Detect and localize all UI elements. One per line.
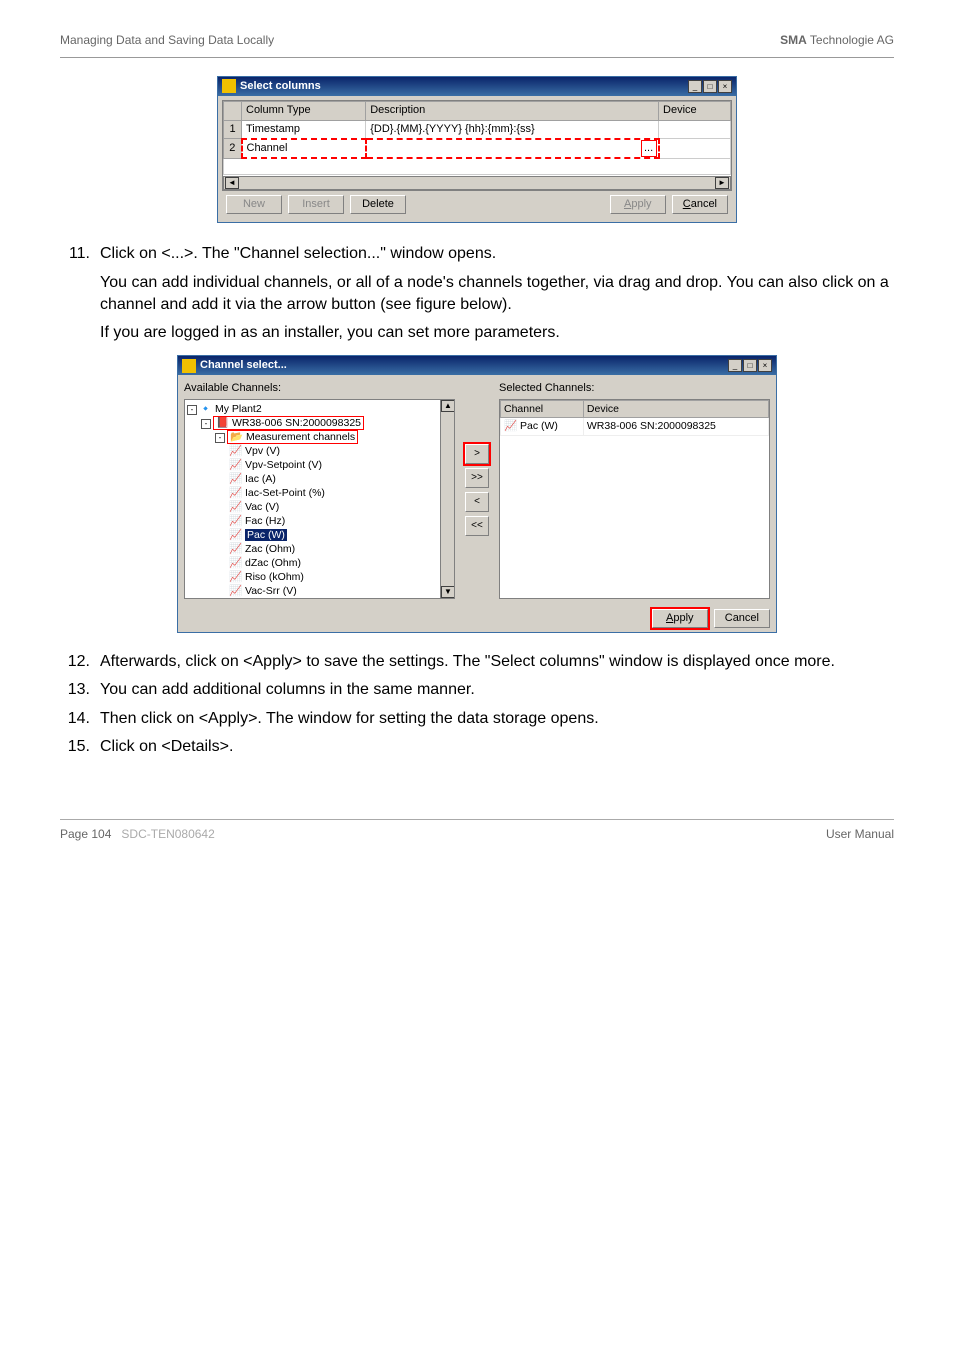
step-number: 12. xyxy=(60,651,90,673)
close-icon[interactable]: × xyxy=(718,80,732,93)
col-header-type[interactable]: Column Type xyxy=(242,102,366,120)
channel-item[interactable]: 📈 Zac (Ohm) xyxy=(229,542,452,556)
step-12: 12. Afterwards, click on <Apply> to save… xyxy=(60,651,894,673)
step-text: Click on <Details>. xyxy=(100,736,233,758)
grid-corner xyxy=(224,102,242,120)
header-left: Managing Data and Saving Data Locally xyxy=(60,32,274,49)
channel-item[interactable]: 📈 Pac (W) xyxy=(229,528,452,542)
channel-item[interactable]: 📈 Vpv-Setpoint (V) xyxy=(229,458,452,472)
col-device[interactable]: Device xyxy=(583,400,768,418)
channel-item[interactable]: 📈 Fac-Srr (Hz) xyxy=(229,598,452,599)
step-11-continuation: You can add individual channels, or all … xyxy=(100,272,894,317)
cell-type[interactable]: Timestamp xyxy=(242,120,366,139)
step-text: Then click on <Apply>. The window for se… xyxy=(100,708,599,730)
cancel-button[interactable]: Cancel xyxy=(672,195,728,214)
app-icon xyxy=(222,79,236,93)
col-channel[interactable]: Channel xyxy=(501,400,584,418)
selected-device-cell[interactable]: WR38-006 SN:2000098325 xyxy=(583,418,768,436)
minimize-icon[interactable]: _ xyxy=(728,359,742,372)
step-number: 13. xyxy=(60,679,90,701)
vertical-scrollbar[interactable]: ▲ ▼ xyxy=(440,400,454,598)
step-13: 13. You can add additional columns in th… xyxy=(60,679,894,701)
delete-button[interactable]: Delete xyxy=(350,195,406,214)
step-11-continuation: If you are logged in as an installer, yo… xyxy=(100,322,894,344)
cell-description-active[interactable]: ... xyxy=(366,139,659,158)
step-text: Click on <...>. The "Channel selection..… xyxy=(100,243,496,265)
selected-heading: Selected Channels: xyxy=(499,381,770,396)
channel-item[interactable]: 📈 Vpv (V) xyxy=(229,444,452,458)
device-node[interactable]: 📕 WR38-006 SN:2000098325 xyxy=(213,416,364,430)
step-11: 11. Click on <...>. The "Channel selecti… xyxy=(60,243,894,265)
selected-pane: Selected Channels: Channel Device 📈 Pac … xyxy=(499,381,770,598)
step-text: You can add additional columns in the sa… xyxy=(100,679,475,701)
cell-description[interactable]: {DD}.{MM}.{YYYY} {hh}:{mm}:{ss} xyxy=(366,120,659,139)
add-all-button[interactable]: >> xyxy=(465,468,489,488)
cell-device[interactable] xyxy=(659,120,731,139)
tree-root[interactable]: My Plant2 xyxy=(215,403,262,415)
col-header-description[interactable]: Description xyxy=(366,102,659,120)
header-divider xyxy=(60,57,894,58)
scroll-left-icon[interactable]: ◄ xyxy=(225,177,239,189)
selected-channel-cell[interactable]: 📈 Pac (W) xyxy=(501,418,584,436)
remove-all-button[interactable]: << xyxy=(465,516,489,536)
horizontal-scrollbar[interactable]: ◄ ► xyxy=(223,176,731,190)
dialog-titlebar[interactable]: Channel select... _ □ × xyxy=(178,356,776,375)
maximize-icon[interactable]: □ xyxy=(743,359,757,372)
app-icon xyxy=(182,359,196,373)
transfer-buttons: > >> < << xyxy=(459,381,495,598)
grid-blank xyxy=(224,158,731,174)
footer-left: Page 104 SDC-TEN080642 xyxy=(60,826,215,843)
row-number[interactable]: 1 xyxy=(224,120,242,139)
select-columns-dialog: Select columns _ □ × Column Type Descrip… xyxy=(217,76,737,223)
collapse-icon[interactable]: - xyxy=(187,405,197,415)
scroll-right-icon[interactable]: ► xyxy=(715,177,729,189)
col-header-device[interactable]: Device xyxy=(659,102,731,120)
header-right: SMA Technologie AG xyxy=(780,32,894,49)
step-number: 15. xyxy=(60,736,90,758)
folder-node[interactable]: 📂 Measurement channels xyxy=(227,430,358,444)
channel-select-dialog: Channel select... _ □ × Available Channe… xyxy=(177,355,777,633)
cell-type-active[interactable]: Channel xyxy=(242,139,366,158)
channel-item[interactable]: 📈 Vac (V) xyxy=(229,500,452,514)
new-button[interactable]: New xyxy=(226,195,282,214)
scroll-down-icon[interactable]: ▼ xyxy=(441,586,455,598)
dialog-title: Select columns xyxy=(240,79,688,94)
columns-grid[interactable]: Column Type Description Device 1 Timesta… xyxy=(222,100,732,191)
dialog-title: Channel select... xyxy=(200,358,728,373)
remove-channel-button[interactable]: < xyxy=(465,492,489,512)
apply-button[interactable]: Apply xyxy=(652,609,708,628)
cancel-button[interactable]: Cancel xyxy=(714,609,770,628)
row-number[interactable]: 2 xyxy=(224,139,242,158)
selected-table[interactable]: Channel Device 📈 Pac (W) WR38-006 SN:200… xyxy=(499,399,770,599)
channel-tree[interactable]: -🔹 My Plant2 -📕 WR38-006 SN:2000098325 -… xyxy=(184,399,455,599)
channel-item[interactable]: 📈 Fac (Hz) xyxy=(229,514,452,528)
available-heading: Available Channels: xyxy=(184,381,455,396)
step-14: 14. Then click on <Apply>. The window fo… xyxy=(60,708,894,730)
dialog-titlebar[interactable]: Select columns _ □ × xyxy=(218,77,736,96)
step-15: 15. Click on <Details>. xyxy=(60,736,894,758)
channel-item[interactable]: 📈 Iac-Set-Point (%) xyxy=(229,486,452,500)
cell-device[interactable] xyxy=(659,139,731,158)
channel-item[interactable]: 📈 dZac (Ohm) xyxy=(229,556,452,570)
page-header: Managing Data and Saving Data Locally SM… xyxy=(60,32,894,49)
close-icon[interactable]: × xyxy=(758,359,772,372)
step-number: 14. xyxy=(60,708,90,730)
channel-item[interactable]: 📈 Iac (A) xyxy=(229,472,452,486)
apply-button[interactable]: Apply xyxy=(610,195,666,214)
step-number: 11. xyxy=(60,243,90,265)
channel-item[interactable]: 📈 Vac-Srr (V) xyxy=(229,584,452,598)
add-channel-button[interactable]: > xyxy=(465,444,489,464)
scroll-up-icon[interactable]: ▲ xyxy=(441,400,455,412)
collapse-icon[interactable]: - xyxy=(215,433,225,443)
available-pane: Available Channels: -🔹 My Plant2 -📕 WR38… xyxy=(184,381,455,598)
collapse-icon[interactable]: - xyxy=(201,419,211,429)
minimize-icon[interactable]: _ xyxy=(688,80,702,93)
step-text: Afterwards, click on <Apply> to save the… xyxy=(100,651,835,673)
page-footer: Page 104 SDC-TEN080642 User Manual xyxy=(60,819,894,843)
channel-item[interactable]: 📈 Riso (kOhm) xyxy=(229,570,452,584)
footer-right: User Manual xyxy=(826,826,894,843)
insert-button[interactable]: Insert xyxy=(288,195,344,214)
ellipsis-button[interactable]: ... xyxy=(641,140,657,157)
maximize-icon[interactable]: □ xyxy=(703,80,717,93)
